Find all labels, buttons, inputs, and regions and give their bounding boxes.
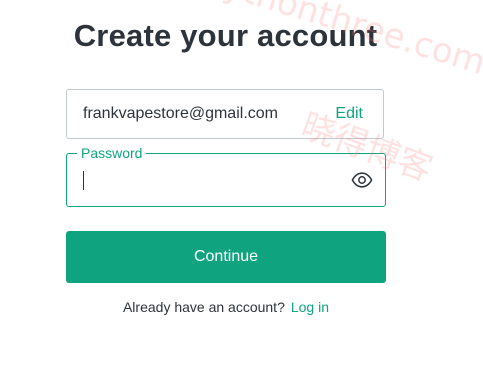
email-value: frankvapestore@gmail.com — [83, 105, 278, 122]
text-cursor — [83, 171, 84, 190]
password-label: Password — [77, 145, 147, 161]
email-field: frankvapestore@gmail.com Edit — [66, 89, 384, 139]
edit-email-link[interactable]: Edit — [335, 105, 363, 123]
password-input[interactable] — [81, 162, 341, 198]
login-prompt: Already have an account? Log in — [66, 299, 386, 315]
signup-page: Create your account frankvapestore@gmail… — [0, 0, 483, 374]
page-title: Create your account — [73, 18, 378, 53]
continue-button[interactable]: Continue — [66, 231, 386, 283]
password-field[interactable]: Password — [66, 145, 386, 207]
show-password-icon[interactable] — [351, 169, 373, 191]
login-link[interactable]: Log in — [291, 299, 329, 315]
login-prompt-text: Already have an account? — [122, 299, 285, 315]
